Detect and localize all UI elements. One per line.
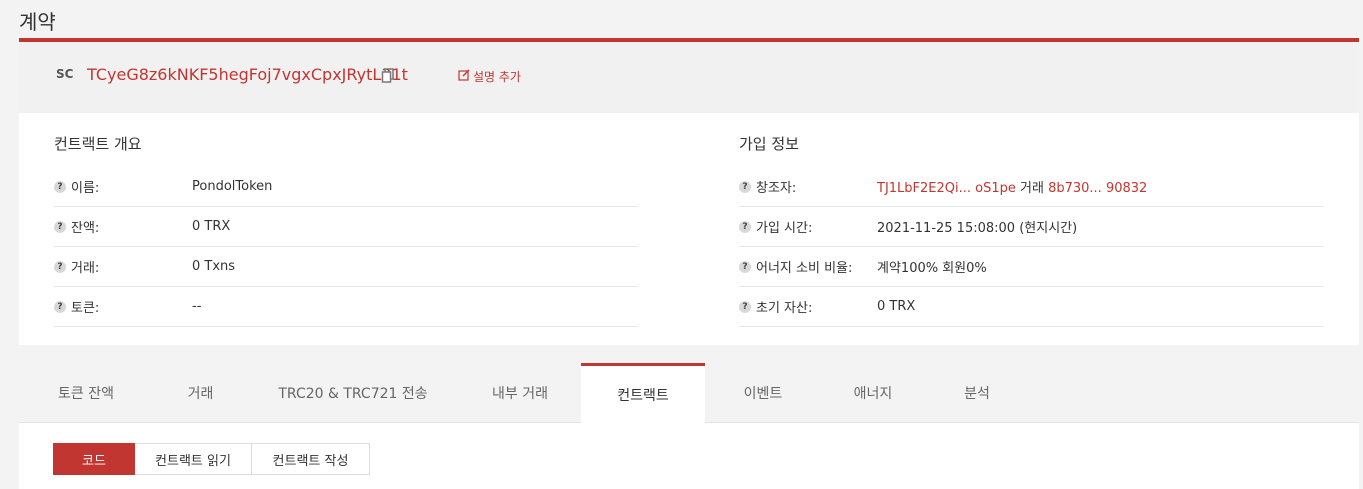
help-icon[interactable]: ? — [739, 260, 751, 273]
page-title: 계약 — [19, 10, 56, 34]
overview-row-balance: ? 잔액: 0 TRX — [54, 207, 638, 247]
help-icon[interactable]: ? — [739, 180, 751, 193]
overview-value: -- — [192, 299, 202, 314]
join-info-title: 가입 정보 — [739, 135, 799, 153]
creator-address-link[interactable]: TJ1LbF2E2Qi... oS1pe — [877, 181, 1016, 196]
help-icon[interactable]: ? — [54, 260, 66, 273]
join-row-initial: ? 초기 자산: 0 TRX — [739, 287, 1324, 327]
overview-label: 토큰: — [71, 301, 100, 316]
tab-energy[interactable]: 애너지 — [821, 363, 925, 423]
help-icon[interactable]: ? — [739, 300, 751, 313]
contract-tabs-card: 토큰 잔액 거래 TRC20 & TRC721 전송 내부 거래 컨트랙트 이벤… — [19, 363, 1359, 489]
sub-tab-read-contract[interactable]: 컨트랙트 읽기 — [135, 443, 252, 475]
initial-label: 초기 자산: — [756, 301, 813, 316]
sc-badge: SC — [56, 67, 74, 81]
help-icon[interactable]: ? — [54, 220, 66, 233]
join-row-energy: ? 어너지 소비 비율: 계약100% 회원0% — [739, 247, 1324, 287]
tab-trc20-transfers[interactable]: TRC20 & TRC721 전송 — [248, 363, 458, 423]
overview-title: 컨트랙트 개요 — [54, 135, 142, 153]
overview-label: 잔액: — [71, 221, 100, 236]
add-description-label: 설명 추가 — [473, 70, 521, 84]
edit-icon — [458, 69, 470, 84]
overview-value: 0 TRX — [192, 219, 231, 234]
overview-row-token: ? 토큰: -- — [54, 287, 638, 327]
tab-analysis[interactable]: 분석 — [925, 363, 1029, 423]
join-info-list: ? 창조자: TJ1LbF2E2Qi... oS1pe 거래 8b730... 9… — [739, 167, 1324, 327]
overview-label: 거래: — [71, 261, 100, 276]
tab-token-balance[interactable]: 토큰 잔액 — [19, 363, 153, 423]
energy-label: 어너지 소비 비율: — [756, 261, 853, 276]
initial-value: 0 TRX — [877, 299, 916, 314]
creator-label: 창조자: — [756, 181, 797, 196]
contract-address[interactable]: TCyeG8z6kNKF5hegFoj7vgxCpxJRytL31t — [87, 65, 408, 84]
help-icon[interactable]: ? — [739, 220, 751, 233]
copy-icon[interactable] — [381, 68, 395, 83]
join-row-time: ? 가입 시간: 2021-11-25 15:08:00 (현지시간) — [739, 207, 1324, 247]
overview-list: ? 이름: PondolToken ? 잔액: 0 TRX ? 거래: 0 Txns … — [54, 167, 638, 327]
contract-address-card: SC TCyeG8z6kNKF5hegFoj7vgxCpxJRytL31t 설명… — [19, 38, 1359, 113]
help-icon[interactable]: ? — [54, 180, 66, 193]
creator-tx-label: 거래 — [1020, 181, 1044, 196]
overview-label: 이름: — [71, 181, 100, 196]
overview-row-transactions: ? 거래: 0 Txns — [54, 247, 638, 287]
add-description-button[interactable]: 설명 추가 — [458, 68, 521, 85]
tab-transactions[interactable]: 거래 — [153, 363, 248, 423]
tab-bar: 토큰 잔액 거래 TRC20 & TRC721 전송 내부 거래 컨트랙트 이벤… — [19, 363, 1359, 424]
sub-tab-code[interactable]: 코드 — [53, 443, 135, 475]
tab-internal-transactions[interactable]: 내부 거래 — [458, 363, 582, 423]
contract-info-card: 컨트랙트 개요 ? 이름: PondolToken ? 잔액: 0 TRX ? 거래:… — [19, 113, 1359, 345]
tab-events[interactable]: 이벤트 — [705, 363, 821, 423]
overview-row-name: ? 이름: PondolToken — [54, 167, 638, 207]
join-row-creator: ? 창조자: TJ1LbF2E2Qi... oS1pe 거래 8b730... 9… — [739, 167, 1324, 207]
contract-sub-tabs: 코드 컨트랙트 읽기 컨트랙트 작성 — [53, 443, 370, 475]
sub-tab-write-contract[interactable]: 컨트랙트 작성 — [252, 443, 370, 475]
creator-tx-link[interactable]: 8b730... 90832 — [1048, 181, 1147, 196]
help-icon[interactable]: ? — [54, 300, 66, 313]
overview-value: PondolToken — [192, 179, 273, 194]
join-time-label: 가입 시간: — [756, 221, 813, 236]
tab-contract[interactable]: 컨트랙트 — [581, 363, 705, 424]
join-time-value: 2021-11-25 15:08:00 (현지시간) — [877, 221, 1078, 236]
energy-value: 계약100% 회원0% — [877, 261, 987, 276]
overview-value: 0 Txns — [192, 259, 236, 274]
